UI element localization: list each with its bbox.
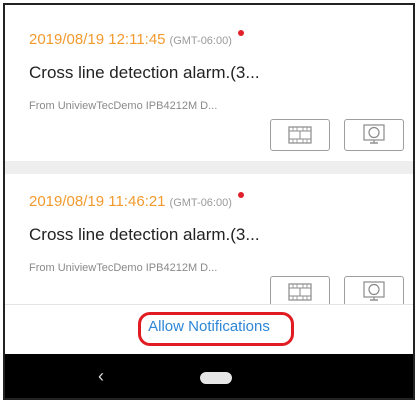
system-navigation-bar: ‹ [5,354,413,398]
notification-source: From UniviewTecDemo IPB4212M D... [29,262,218,274]
notification-title: Cross line detection alarm.(3... [29,63,260,82]
home-pill-icon[interactable] [200,372,232,384]
notification-card[interactable]: 2019/08/19 11:46:21 (GMT-06:00) Cross lin… [5,174,413,308]
notification-title: Cross line detection alarm.(3... [29,225,260,244]
screenshot-frame: 2019/08/19 12:11:45 (GMT-06:00) Cross lin… [3,3,415,400]
unread-dot-icon [237,192,244,198]
allow-notifications-link[interactable]: Allow Notifications [148,318,270,335]
live-view-button[interactable] [344,119,404,151]
notification-timestamp: 2019/08/19 12:11:45 [29,31,166,48]
film-strip-icon [288,126,312,144]
notification-timestamp: 2019/08/19 11:46:21 [29,193,166,210]
monitor-icon [363,124,385,144]
unread-dot-icon [237,30,244,36]
notification-source: From UniviewTecDemo IPB4212M D... [29,100,218,112]
film-strip-icon [288,283,312,301]
notification-card[interactable]: 2019/08/19 12:11:45 (GMT-06:00) Cross lin… [5,5,413,161]
timestamp-row: 2019/08/19 12:11:45 (GMT-06:00) [29,30,244,48]
allow-notifications-bar: Allow Notifications [5,304,413,355]
notification-timezone: (GMT-06:00) [169,35,232,47]
monitor-icon [363,281,385,301]
back-chevron-icon[interactable]: ‹ [98,366,104,387]
playback-video-button[interactable] [270,119,330,151]
timestamp-row: 2019/08/19 11:46:21 (GMT-06:00) [29,192,244,210]
notification-timezone: (GMT-06:00) [169,197,232,209]
